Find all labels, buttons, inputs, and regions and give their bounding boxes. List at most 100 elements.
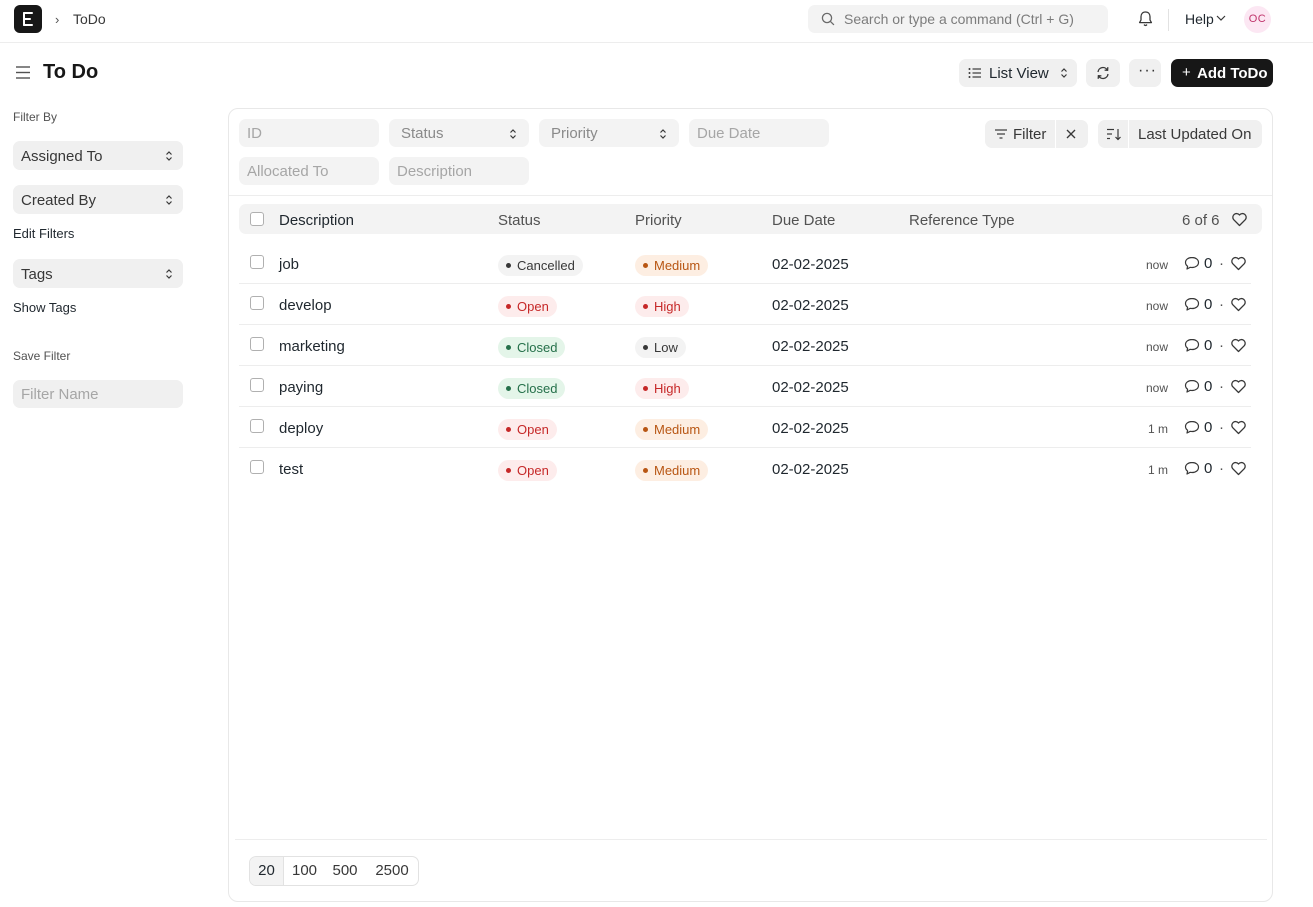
table-row[interactable]: marketing Closed Low 02-02-2025 now 0 · [239,325,1251,366]
allocated-to-filter-field[interactable] [239,157,379,185]
comment-count: 0 [1204,378,1213,395]
row-description[interactable]: develop [279,297,332,314]
breadcrumb-todo[interactable]: ToDo [73,11,106,27]
heart-icon[interactable] [1231,212,1248,227]
id-filter-input[interactable] [239,119,379,147]
status-text: Open [517,463,549,478]
status-dot-icon [506,304,511,309]
add-todo-button[interactable]: + Add ToDo [1171,59,1273,87]
row-checkbox[interactable] [250,460,264,474]
page-size-2500[interactable]: 2500 [365,857,419,885]
created-by-label: Created By [21,192,97,209]
row-description[interactable]: marketing [279,338,345,355]
app-logo[interactable] [14,5,42,33]
refresh-button[interactable] [1086,59,1120,87]
select-all-checkbox[interactable] [250,212,264,226]
page-size-100[interactable]: 100 [284,857,325,885]
description-filter-field[interactable] [389,157,529,185]
comment-icon[interactable] [1184,379,1200,397]
id-filter-field[interactable] [239,119,379,147]
up-down-chevron-icon [166,195,172,205]
table-row[interactable]: test Open Medium 02-02-2025 1 m 0 · [239,448,1251,489]
assigned-to-select[interactable]: Assigned To [13,141,183,170]
due-date-filter-input[interactable] [689,119,829,147]
status-text: Open [517,422,549,437]
row-checkbox[interactable] [250,378,264,392]
table-row[interactable]: develop Open High 02-02-2025 now 0 · [239,284,1251,325]
record-count: 6 of 6 [1182,212,1220,229]
priority-dot-icon [643,263,648,268]
priority-badge: High [635,378,689,399]
row-checkbox[interactable] [250,337,264,351]
row-checkbox[interactable] [250,296,264,310]
heart-icon[interactable] [1230,420,1247,438]
heart-icon[interactable] [1230,297,1247,315]
table-header: Description Status Priority Due Date Ref… [239,204,1262,234]
comment-count: 0 [1204,296,1213,313]
filter-name-input[interactable] [13,380,183,408]
sort-order-icon[interactable] [1106,127,1122,141]
notification-bell-icon[interactable] [1137,10,1154,28]
comment-count: 0 [1204,460,1213,477]
due-date-filter-field[interactable] [689,119,829,147]
save-filter-label: Save Filter [13,349,71,363]
column-header-reference-type: Reference Type [909,212,1015,229]
chevron-down-icon[interactable] [1216,14,1226,22]
priority-filter-select[interactable]: Priority [539,119,679,147]
row-checkbox[interactable] [250,419,264,433]
row-description[interactable]: job [279,256,299,273]
heart-icon[interactable] [1230,338,1247,356]
list-icon [968,68,981,78]
comment-icon[interactable] [1184,338,1200,356]
table-row[interactable]: paying Closed High 02-02-2025 now 0 · [239,366,1251,407]
more-icon: ··· [1138,62,1157,79]
edit-filters-link[interactable]: Edit Filters [13,226,74,241]
list-view-button[interactable]: List View [959,59,1077,87]
status-filter-select[interactable]: Status [389,119,529,147]
status-badge: Closed [498,378,566,399]
row-due-date: 02-02-2025 [772,420,849,437]
clear-filter-icon[interactable] [1065,128,1077,140]
help-menu[interactable]: Help [1185,11,1214,27]
filter-name-field[interactable] [13,380,183,408]
show-tags-link[interactable]: Show Tags [13,300,76,315]
comment-icon[interactable] [1184,256,1200,274]
heart-icon[interactable] [1230,256,1247,274]
priority-dot-icon [643,427,648,432]
allocated-to-filter-input[interactable] [239,157,379,185]
more-actions-button[interactable]: ··· [1129,59,1161,87]
row-description[interactable]: test [279,461,303,478]
navbar: › ToDo Search or type a command (Ctrl + … [0,0,1313,43]
sidebar-toggle-icon[interactable] [15,65,31,80]
comment-icon[interactable] [1184,420,1200,438]
description-filter-input[interactable] [389,157,529,185]
status-filter-label: Status [401,125,444,142]
row-description[interactable]: deploy [279,420,323,437]
plus-icon: + [1182,64,1191,81]
page-size-500[interactable]: 500 [325,857,365,885]
heart-icon[interactable] [1230,461,1247,479]
page-size-20[interactable]: 20 [250,857,284,885]
sort-by-button[interactable]: Last Updated On [1138,126,1251,143]
filter-button[interactable]: Filter [1013,126,1046,143]
column-header-description[interactable]: Description [279,212,354,229]
priority-dot-icon [643,304,648,309]
created-by-select[interactable]: Created By [13,185,183,214]
comment-icon[interactable] [1184,297,1200,315]
priority-text: Low [654,340,678,355]
add-todo-label: Add ToDo [1197,65,1268,82]
status-badge: Open [498,296,557,317]
row-checkbox[interactable] [250,255,264,269]
search-bar[interactable]: Search or type a command (Ctrl + G) [808,5,1108,33]
user-avatar[interactable]: OC [1244,6,1271,33]
row-description[interactable]: paying [279,379,323,396]
tags-select[interactable]: Tags [13,259,183,288]
column-header-due-date: Due Date [772,212,836,229]
up-down-chevron-icon [660,129,666,139]
comment-icon[interactable] [1184,461,1200,479]
table-row[interactable]: job Cancelled Medium 02-02-2025 now 0 · [239,243,1251,284]
status-text: Cancelled [517,258,575,273]
heart-icon[interactable] [1230,379,1247,397]
table-row[interactable]: deploy Open Medium 02-02-2025 1 m 0 · [239,407,1251,448]
page-title: To Do [43,61,99,83]
